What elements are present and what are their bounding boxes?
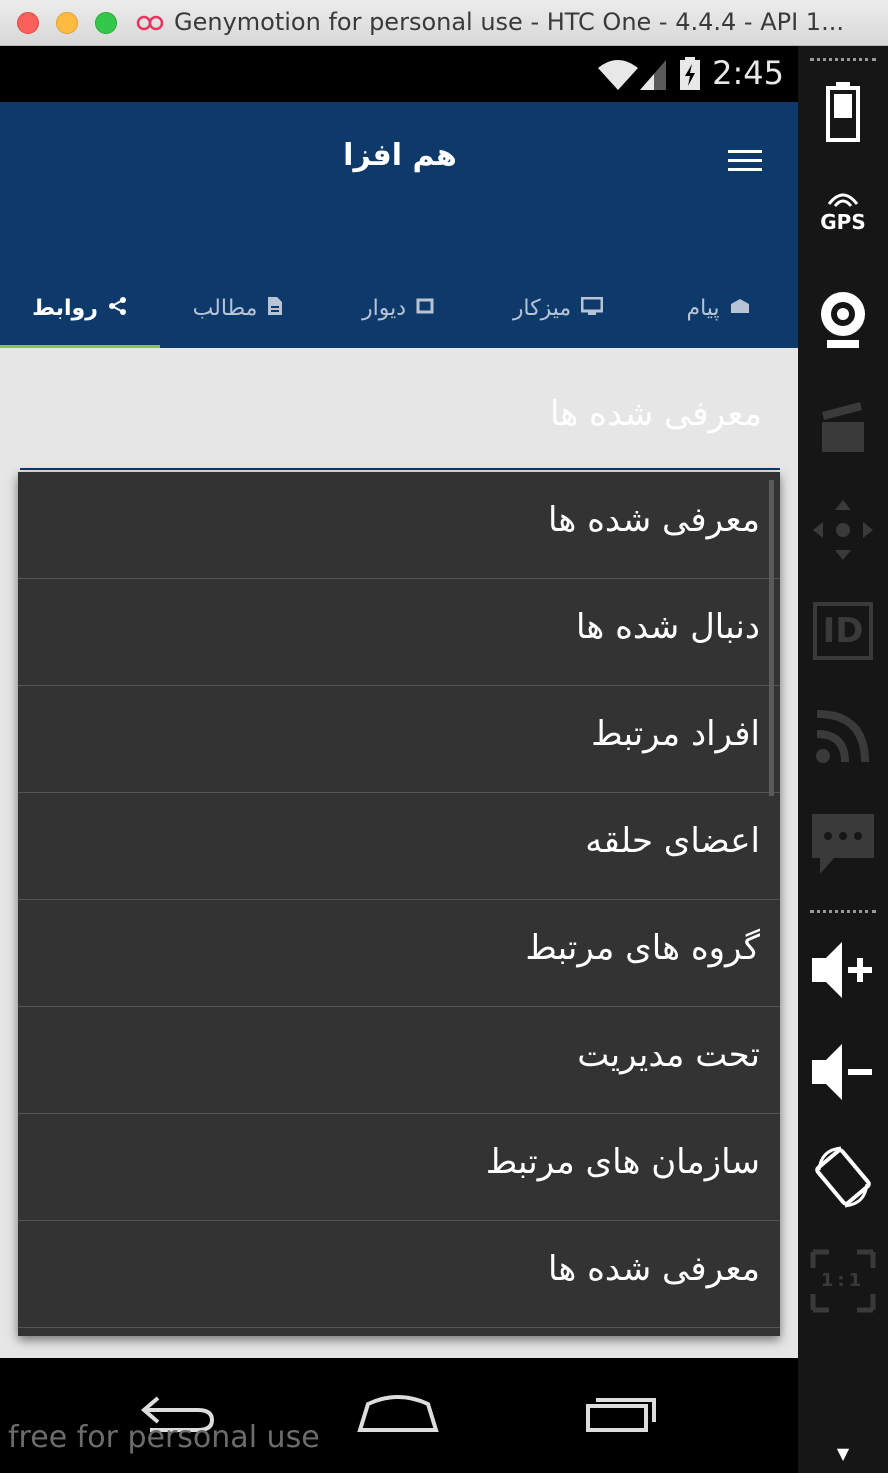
tab-label: دیوار	[361, 295, 407, 321]
tab-messages[interactable]: پیام	[638, 268, 798, 348]
dropdown-scrollbar[interactable]	[769, 480, 774, 796]
watermark-text: free for personal use	[8, 1420, 320, 1455]
hamburger-menu-icon[interactable]	[728, 150, 762, 176]
tab-label: میزکار	[512, 295, 572, 321]
recent-apps-icon[interactable]	[582, 1388, 662, 1442]
dropdown-item[interactable]: سازمان های مرتبط	[18, 1114, 780, 1221]
clapperboard-icon[interactable]	[798, 398, 888, 458]
tab-label: روابط	[32, 295, 98, 321]
tab-desktop[interactable]: میزکار	[478, 268, 638, 348]
status-bar: 2:45	[0, 46, 798, 102]
scale-icon[interactable]: 1:1	[798, 1246, 888, 1320]
share-icon	[108, 296, 128, 320]
app-toolbar: هم افزا پیام میزکار دیوار مطالب روابط	[0, 102, 798, 349]
app-title: هم افزا	[343, 138, 457, 173]
navigation-bar	[0, 1358, 798, 1473]
dropdown-item[interactable]: اعضای حلقه	[18, 793, 780, 900]
webcam-icon[interactable]	[798, 288, 888, 356]
gps-label: GPS	[820, 210, 866, 234]
id-label: ID	[812, 602, 874, 660]
window-titlebar: Genymotion for personal use - HTC One - …	[0, 0, 888, 46]
dropdown-item[interactable]: دنبال شده ها	[18, 579, 780, 686]
signal-icon	[640, 60, 666, 90]
close-window-button[interactable]	[17, 12, 39, 34]
dropdown-item[interactable]: معرفی شده ها	[18, 472, 780, 579]
panel-grip	[810, 910, 876, 919]
device-screen: 2:45 هم افزا پیام میزکار دیوار مطالب روا…	[0, 46, 798, 1473]
tab-wall[interactable]: دیوار	[318, 268, 478, 348]
dropdown-item[interactable]: تحت مدیریت	[18, 1007, 780, 1114]
tab-bar: پیام میزکار دیوار مطالب روابط	[0, 268, 798, 349]
content-area: معرفی شده ها معرفی شده ها دنبال شده ها ا…	[0, 348, 798, 1358]
volume-up-icon[interactable]	[798, 938, 888, 1006]
minimize-window-button[interactable]	[56, 12, 78, 34]
battery-icon[interactable]	[798, 82, 888, 146]
gps-icon[interactable]: GPS	[798, 188, 888, 232]
volume-down-icon[interactable]	[798, 1040, 888, 1108]
genymotion-logo-icon	[136, 11, 164, 35]
window-title: Genymotion for personal use - HTC One - …	[174, 8, 844, 36]
envelope-open-icon	[730, 298, 750, 318]
maximize-window-button[interactable]	[95, 12, 117, 34]
home-icon[interactable]	[356, 1388, 440, 1442]
dropdown-item[interactable]: معرفی شده ها	[18, 1221, 780, 1328]
tab-posts[interactable]: مطالب	[158, 268, 318, 348]
genymotion-side-panel: GPS ID 1:1 ▼	[798, 46, 888, 1473]
document-icon	[267, 296, 283, 320]
panel-grip	[810, 58, 876, 67]
status-icons	[596, 56, 706, 96]
monitor-icon	[580, 296, 604, 319]
tab-label: پیام	[686, 295, 720, 321]
frame-icon	[416, 298, 434, 318]
id-icon[interactable]: ID	[798, 602, 888, 660]
dpad-icon[interactable]	[798, 498, 888, 566]
rotate-icon[interactable]	[798, 1144, 888, 1214]
spinner-dropdown-list: معرفی شده ها دنبال شده ها افراد مرتبط اع…	[18, 472, 780, 1336]
chevron-down-icon[interactable]: ▼	[798, 1444, 888, 1463]
wifi-icon	[598, 60, 638, 90]
sms-icon[interactable]	[798, 812, 888, 880]
rss-icon[interactable]	[798, 706, 888, 770]
battery-charging-icon	[680, 57, 700, 90]
dropdown-item[interactable]: افراد مرتبط	[18, 686, 780, 793]
tab-relations[interactable]: روابط	[0, 268, 160, 349]
tab-label: مطالب	[192, 295, 258, 321]
scale-ratio-label: 1:1	[820, 1270, 866, 1291]
relations-spinner[interactable]: معرفی شده ها	[20, 348, 780, 470]
dropdown-item[interactable]: گروه های مرتبط	[18, 900, 780, 1007]
status-time: 2:45	[712, 54, 784, 92]
